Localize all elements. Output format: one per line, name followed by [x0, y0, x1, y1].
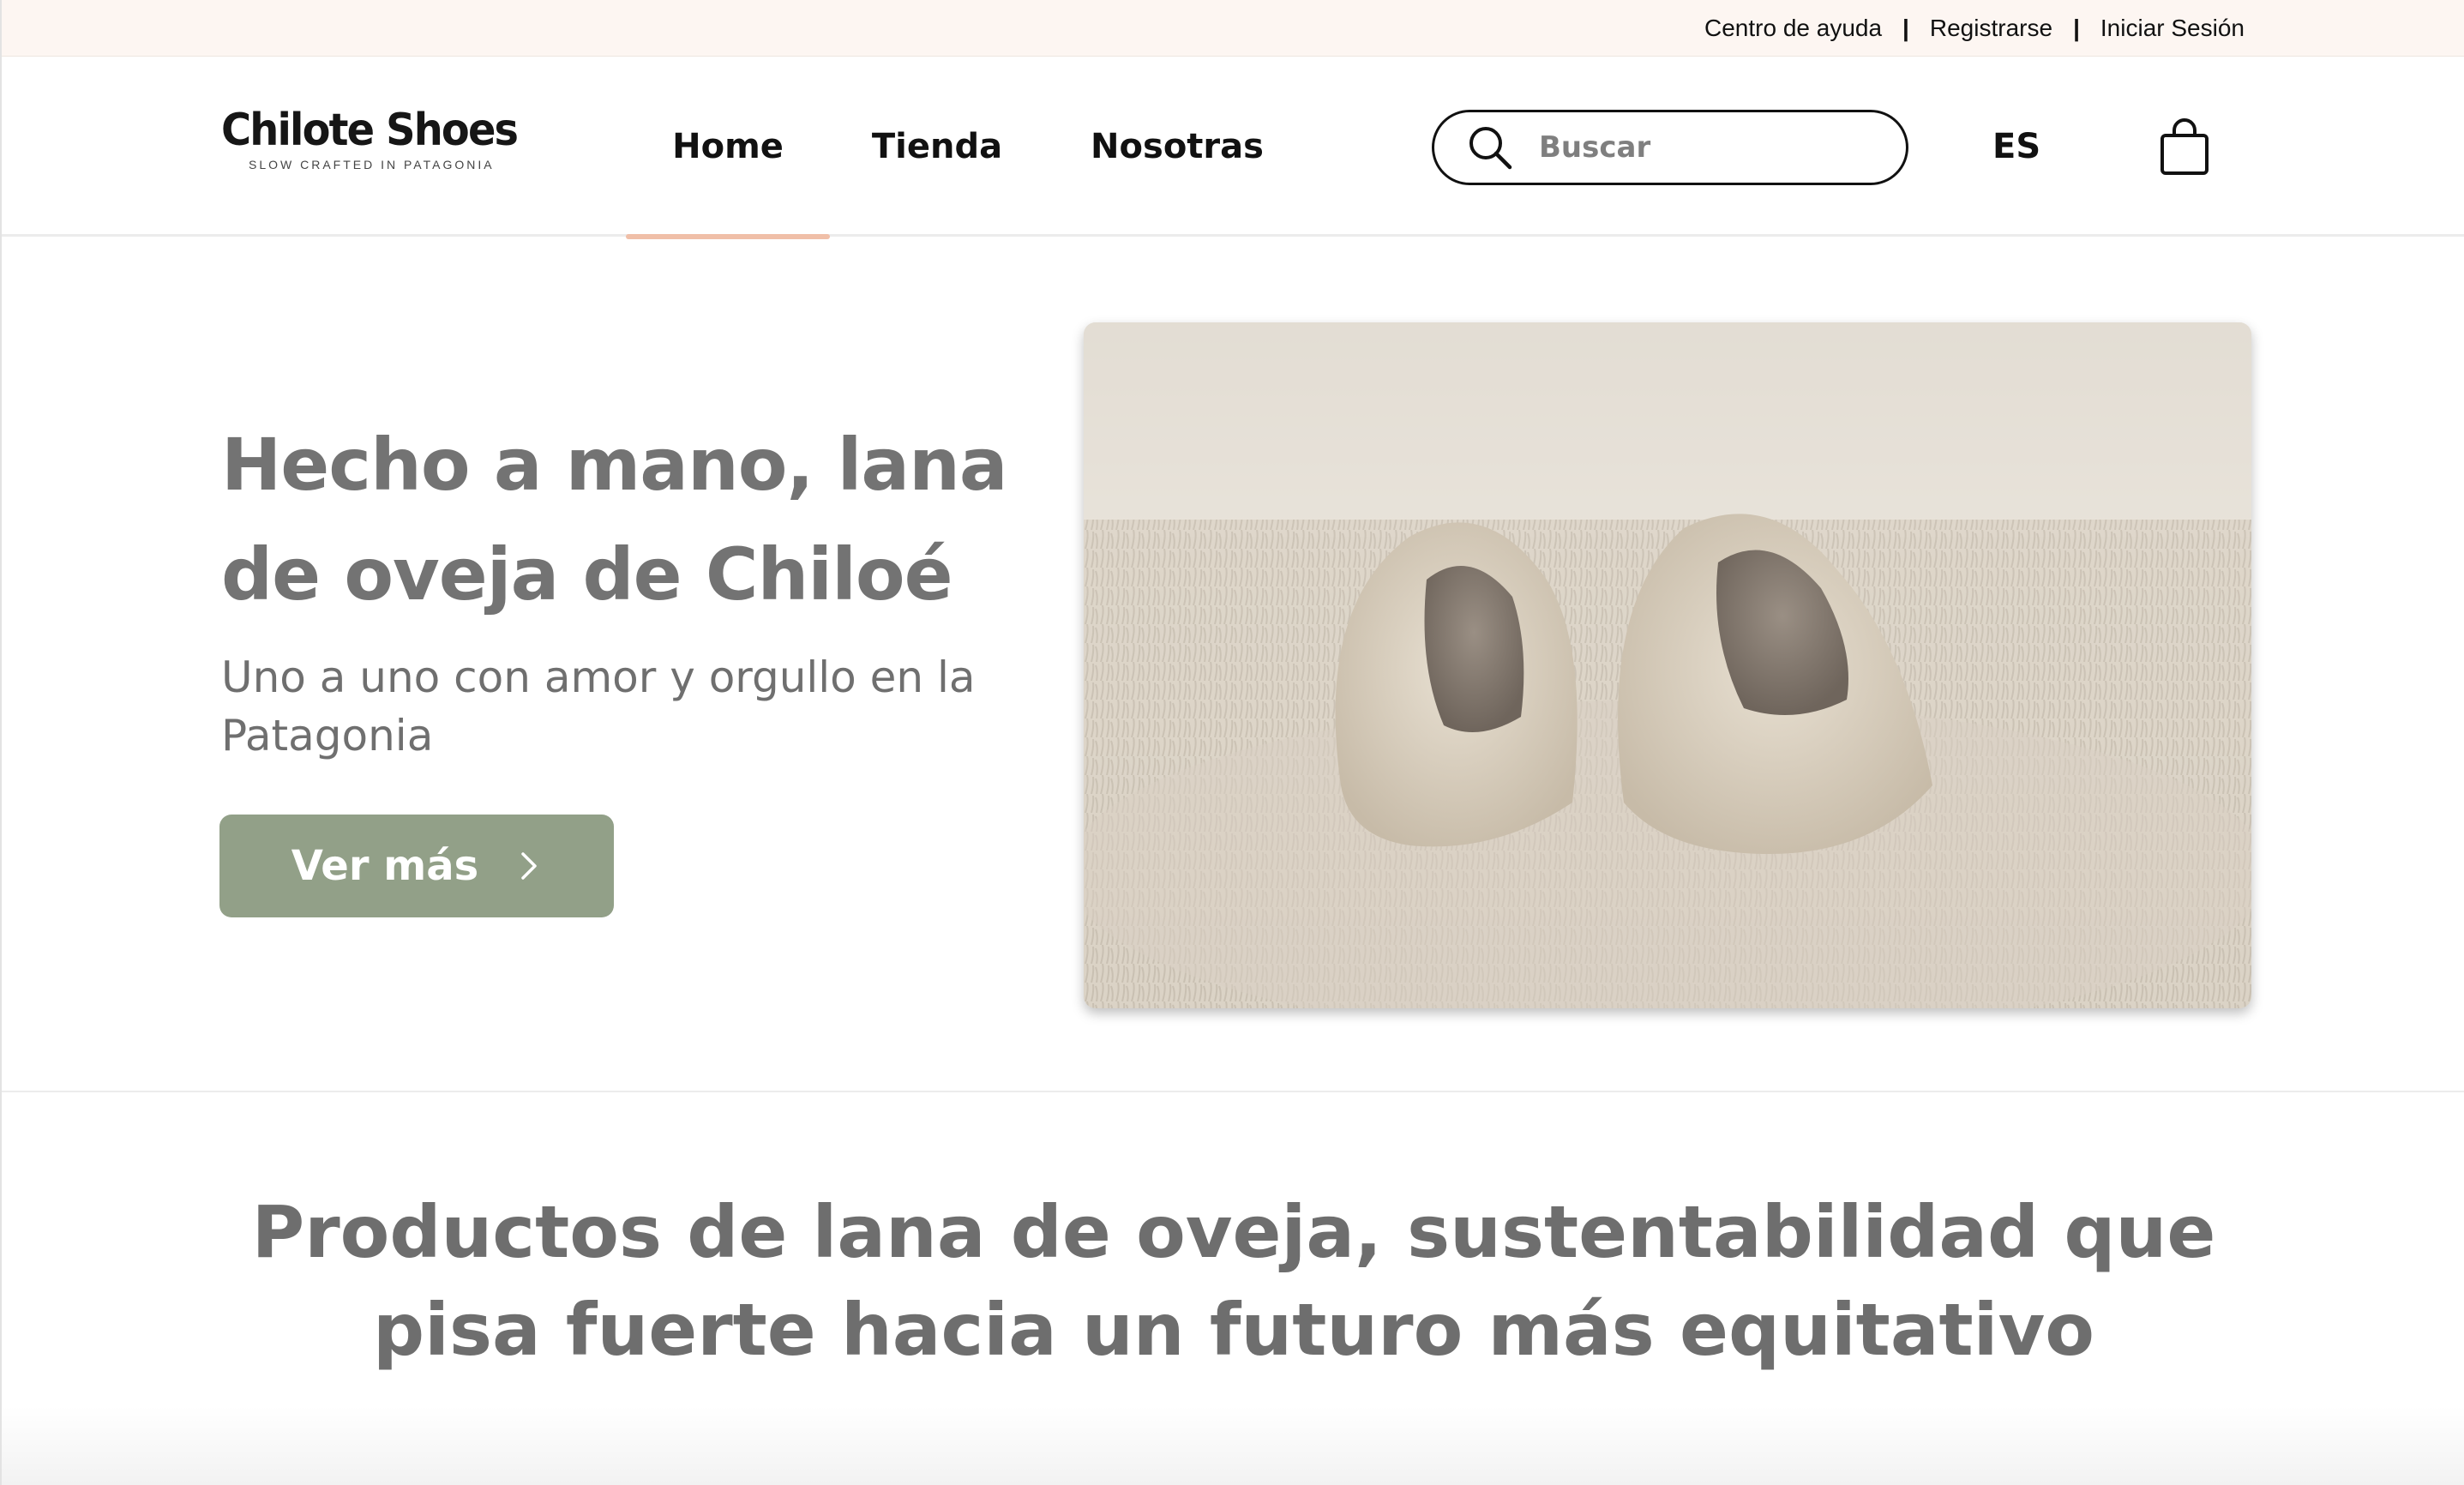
nav-item-nosotras[interactable]: Nosotras [1044, 57, 1310, 237]
nav-item-home[interactable]: Home [626, 57, 830, 239]
search-input[interactable] [1539, 130, 1865, 165]
main-nav: Home Tienda Nosotras [626, 57, 1310, 239]
nav-item-tienda[interactable]: Tienda [830, 57, 1044, 237]
separator: | [2073, 15, 2080, 41]
register-link[interactable]: Registrarse [1930, 15, 2052, 42]
help-center-link[interactable]: Centro de ayuda [1704, 15, 1882, 42]
hero-subtitle: Uno a uno con amor y orgullo en la Patag… [221, 652, 976, 761]
page: Centro de ayuda | Registrarse | Iniciar … [0, 0, 2464, 1485]
login-link[interactable]: Iniciar Sesión [2100, 15, 2245, 42]
separator: | [1902, 15, 1909, 41]
hero-image [1084, 322, 2251, 1008]
see-more-button[interactable]: Ver más [219, 815, 614, 917]
shopping-bag-icon[interactable] [2154, 117, 2215, 178]
search-bar[interactable] [1432, 110, 1908, 185]
chevron-right-icon [521, 852, 537, 880]
utility-links: Centro de ayuda | Registrarse | Iniciar … [1704, 0, 2245, 57]
top-utility-bar: Centro de ayuda | Registrarse | Iniciar … [2, 0, 2464, 57]
see-more-label: Ver más [291, 842, 479, 890]
section-tagline: Productos de lana de oveja, sustentabili… [251, 1190, 2216, 1372]
search-icon[interactable] [1467, 124, 1513, 171]
hero-title: Hecho a mano, lana de oveja de Chiloé [221, 423, 1008, 616]
logo-title: Chilote Shoes [221, 105, 519, 156]
main-header: Chilote Shoes SLOW CRAFTED IN PATAGONIA … [2, 57, 2464, 239]
wool-slippers-photo [1084, 322, 2251, 1008]
page-bottom-fade [2, 1406, 2464, 1485]
language-selector[interactable]: ES [1992, 57, 2040, 237]
section-divider [2, 1091, 2464, 1092]
logo-tagline: SLOW CRAFTED IN PATAGONIA [249, 158, 495, 171]
logo[interactable]: Chilote Shoes SLOW CRAFTED IN PATAGONIA [221, 105, 519, 171]
